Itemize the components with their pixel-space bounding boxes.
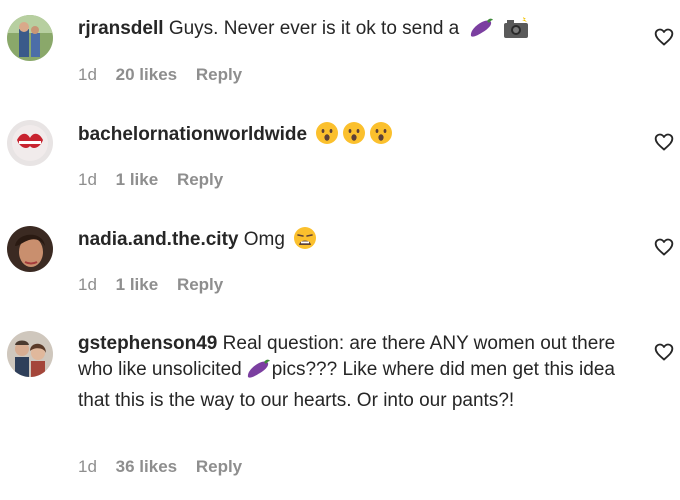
comment-username[interactable]: nadia.and.the.city [78, 229, 238, 250]
comment-time: 1d [78, 170, 97, 189]
eggplant-icon [468, 17, 494, 47]
astonished-face-icon [342, 121, 366, 153]
avatar[interactable] [7, 331, 53, 377]
astonished-face-icon [369, 121, 393, 153]
comment-likes[interactable]: 36 likes [116, 457, 177, 476]
comment-username[interactable]: gstephenson49 [78, 333, 217, 354]
avatar[interactable] [7, 226, 53, 272]
comment-time: 1d [78, 65, 97, 84]
comment-body: bachelornationworldwide [78, 121, 638, 153]
avatar[interactable] [7, 15, 53, 61]
camera-flash-icon [502, 17, 530, 47]
comment-text: Guys. Never ever is it ok to send a [168, 18, 460, 39]
like-heart-icon[interactable] [654, 237, 674, 257]
weary-face-icon [293, 226, 317, 258]
comment-meta: 1d 1 like Reply [78, 275, 237, 295]
comment-body: nadia.and.the.city Omg [78, 226, 638, 258]
reply-button[interactable]: Reply [196, 65, 242, 84]
astonished-face-icon [315, 121, 339, 153]
comment-time: 1d [78, 457, 97, 476]
comment-likes[interactable]: 20 likes [116, 65, 177, 84]
comment-body: gstephenson49 Real question: are there A… [78, 331, 638, 414]
reply-button[interactable]: Reply [177, 170, 223, 189]
avatar[interactable] [7, 120, 53, 166]
comment-username[interactable]: bachelornationworldwide [78, 124, 307, 145]
comment-meta: 1d 20 likes Reply [78, 65, 256, 85]
like-heart-icon[interactable] [654, 342, 674, 362]
comment-likes[interactable]: 1 like [116, 170, 159, 189]
comment-username[interactable]: rjransdell [78, 18, 164, 39]
reply-button[interactable]: Reply [177, 275, 223, 294]
comment-meta: 1d 36 likes Reply [78, 457, 256, 477]
eggplant-icon [245, 358, 271, 388]
comment-body: rjransdell Guys. Never ever is it ok to … [78, 16, 638, 47]
comment-text: Omg [243, 229, 285, 250]
reply-button[interactable]: Reply [196, 457, 242, 476]
comment-meta: 1d 1 like Reply [78, 170, 237, 190]
like-heart-icon[interactable] [654, 132, 674, 152]
like-heart-icon[interactable] [654, 27, 674, 47]
comment-time: 1d [78, 275, 97, 294]
comment-likes[interactable]: 1 like [116, 275, 159, 294]
